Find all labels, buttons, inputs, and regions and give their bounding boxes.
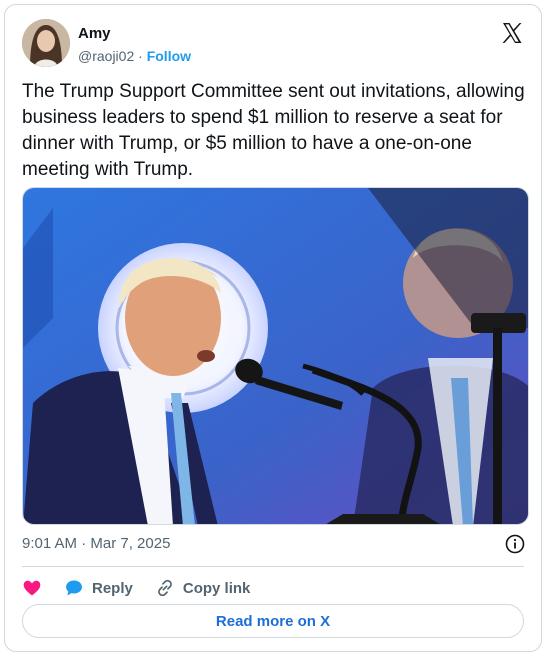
handle-separator: · xyxy=(138,48,143,64)
action-bar: Reply Copy link xyxy=(22,573,524,603)
author-name[interactable]: Amy xyxy=(78,25,111,42)
reply-label: Reply xyxy=(92,579,133,597)
read-more-button[interactable]: Read more on X xyxy=(22,604,524,638)
tweet-photo[interactable] xyxy=(22,187,529,525)
reply-button[interactable]: Reply xyxy=(64,578,133,598)
reply-bubble-icon xyxy=(64,578,84,598)
copy-link-button[interactable]: Copy link xyxy=(155,578,251,598)
tweet-header: Amy @raoji02 · Follow xyxy=(22,19,524,69)
heart-icon xyxy=(22,578,42,598)
x-logo-icon[interactable] xyxy=(500,21,524,45)
copy-link-label: Copy link xyxy=(182,579,251,597)
tweet-timestamp[interactable]: 9:01 AM · Mar 7, 2025 xyxy=(22,535,170,552)
avatar[interactable] xyxy=(22,19,70,67)
author-handle[interactable]: @raoji02 xyxy=(78,48,134,64)
info-icon[interactable] xyxy=(505,534,525,554)
like-button[interactable] xyxy=(22,578,42,598)
follow-link[interactable]: Follow xyxy=(147,48,191,64)
link-icon xyxy=(155,578,175,598)
tweet-card: Amy @raoji02 · Follow The Trump Support … xyxy=(4,4,542,652)
photo-illustration xyxy=(23,188,528,524)
tweet-text: The Trump Support Committee sent out inv… xyxy=(22,81,525,180)
divider xyxy=(22,566,524,567)
handle-row: @raoji02 · Follow xyxy=(78,48,191,64)
